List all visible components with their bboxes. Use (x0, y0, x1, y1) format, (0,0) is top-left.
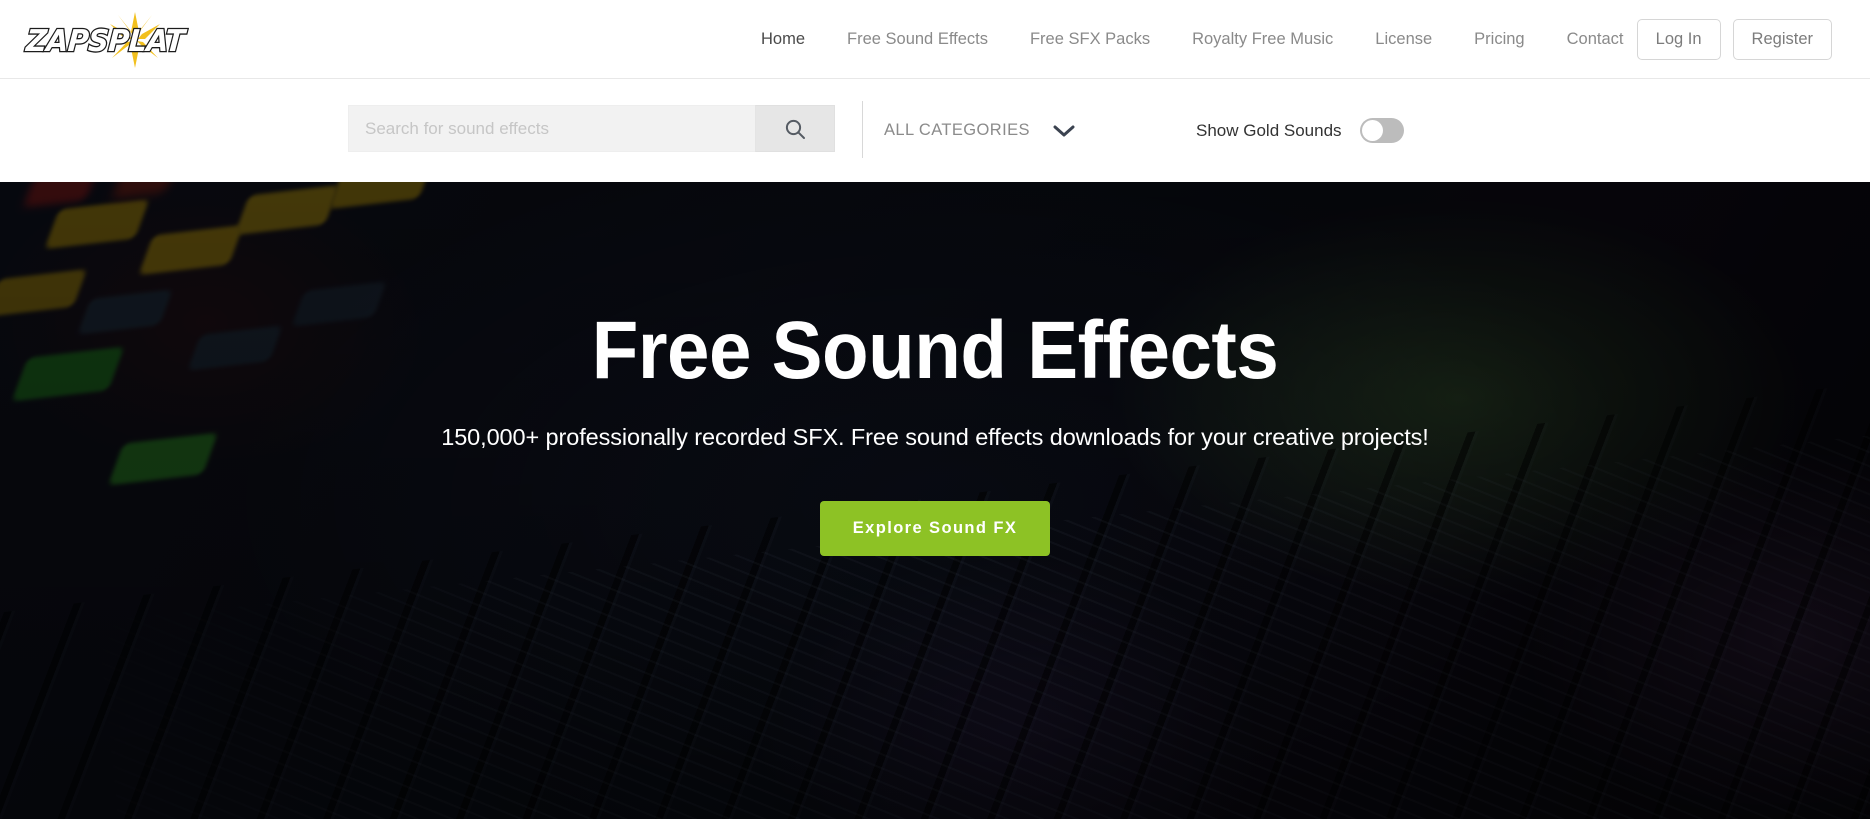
nav-item-free-sfx-packs[interactable]: Free SFX Packs (1009, 0, 1171, 79)
hero-subtitle: 150,000+ professionally recorded SFX. Fr… (441, 424, 1429, 450)
search-bar-row: ALL CATEGORIES Show Gold Sounds (0, 79, 1870, 182)
gold-sounds-label: Show Gold Sounds (1196, 120, 1342, 140)
logo-wordmark: ZAPSPLAT (24, 23, 187, 61)
nav-item-free-sound-effects[interactable]: Free Sound Effects (826, 0, 1009, 79)
categories-dropdown[interactable]: ALL CATEGORIES (884, 79, 1082, 182)
gold-sounds-toggle[interactable] (1359, 118, 1404, 143)
register-button[interactable]: Register (1732, 19, 1832, 60)
nav-item-royalty-free-music[interactable]: Royalty Free Music (1171, 0, 1354, 79)
hero-title: Free Sound Effects (591, 305, 1279, 396)
chevron-down-icon (1053, 125, 1075, 136)
search-divider (862, 101, 863, 158)
nav-item-pricing[interactable]: Pricing (1453, 0, 1545, 79)
auth-actions: Log In Register (1636, 0, 1832, 79)
search-input[interactable] (348, 105, 755, 152)
hero-content: Free Sound Effects 150,000+ professional… (0, 182, 1870, 556)
nav-item-contact[interactable]: Contact (1546, 0, 1645, 79)
site-logo[interactable]: ZAPSPLAT (22, 10, 202, 68)
main-nav: Home Free Sound Effects Free SFX Packs R… (740, 0, 1644, 79)
nav-item-license[interactable]: License (1354, 0, 1453, 79)
categories-label: ALL CATEGORIES (884, 121, 1030, 139)
toggle-knob (1361, 120, 1383, 141)
site-header: ZAPSPLAT Home Free Sound Effects Free SF… (0, 0, 1870, 79)
search-group (348, 105, 835, 152)
gold-sounds-control: Show Gold Sounds (1196, 79, 1404, 182)
page-root: ZAPSPLAT Home Free Sound Effects Free SF… (0, 0, 1870, 819)
hero-section: Free Sound Effects 150,000+ professional… (0, 182, 1870, 819)
search-icon (785, 119, 805, 139)
explore-sound-fx-button[interactable]: Explore Sound FX (819, 501, 1051, 556)
search-submit-button[interactable] (755, 105, 835, 152)
nav-item-home[interactable]: Home (740, 0, 826, 79)
log-in-button[interactable]: Log In (1636, 19, 1721, 60)
